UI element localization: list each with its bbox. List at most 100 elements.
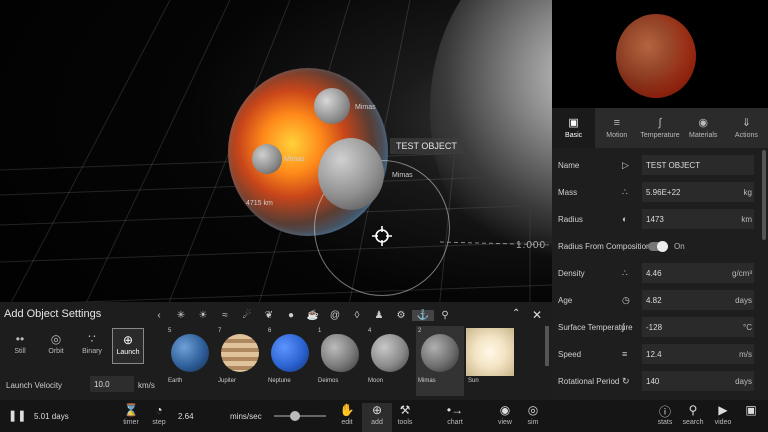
property-speed: Speed ≡ 12.4 m/s <box>552 341 762 368</box>
body-label: Mimas <box>355 104 376 111</box>
simulation-time: 5.01 days <box>34 412 69 421</box>
property-label: Radius From Composition <box>558 242 651 251</box>
camera-button[interactable]: ▣ <box>736 403 766 419</box>
object-deimos[interactable]: 1 Deimos <box>316 326 364 396</box>
object-earth[interactable]: 5 Earth <box>166 326 214 396</box>
object-sun[interactable]: Sun <box>466 326 514 396</box>
category-galaxy-icon[interactable]: ≈ <box>214 310 236 321</box>
property-mass: Mass ∴ 5.96E+22 kg <box>552 179 762 206</box>
launch-velocity-input[interactable]: 10.0 <box>90 376 134 392</box>
mode-still[interactable]: •• Still <box>4 328 36 364</box>
scale-label: 1.000 <box>516 240 547 251</box>
rotation-icon: ↻ <box>622 376 630 386</box>
tab-basic[interactable]: ▣ Basic <box>552 108 596 148</box>
speed-field[interactable]: 12.4 <box>642 344 754 364</box>
unit-label: km <box>741 215 752 224</box>
info-icon: ⓘ <box>658 405 671 419</box>
mode-binary[interactable]: ∵ Binary <box>76 328 108 364</box>
object-count: 2 <box>418 328 422 334</box>
tab-motion[interactable]: ≡ Motion <box>595 108 638 148</box>
moon-mimas-1[interactable] <box>314 88 350 124</box>
mode-launch[interactable]: ⊕ Launch <box>112 328 144 364</box>
step-button[interactable]: ◔ step <box>144 403 174 426</box>
chevron-left-icon[interactable]: ‹ <box>148 310 170 321</box>
category-settings-icon[interactable]: ⚙ <box>390 310 412 321</box>
object-mimas[interactable]: 2 Mimas <box>416 326 464 396</box>
tab-label: Motion <box>606 131 628 139</box>
mass-field[interactable]: 5.96E+22 <box>642 182 754 202</box>
property-density: Density ∴ 4.46 g/cm³ <box>552 260 762 287</box>
property-age: Age ◷ 4.82 days <box>552 287 762 314</box>
object-count: 5 <box>168 328 172 334</box>
object-neptune[interactable]: 6 Neptune <box>266 326 314 396</box>
moon-mimas-2[interactable] <box>252 144 282 174</box>
time-speed-unit: mins/sec <box>230 412 262 421</box>
sim-button[interactable]: ◎ sim <box>518 403 548 426</box>
tab-label: Materials <box>689 131 718 139</box>
category-wormhole-icon[interactable]: ◊ <box>346 310 368 321</box>
category-stars-icon[interactable]: ✳ <box>170 310 192 321</box>
tab-label: Actions <box>734 131 758 139</box>
tab-materials[interactable]: ◉ Materials <box>682 108 725 148</box>
view-button[interactable]: ◉ view <box>490 403 520 426</box>
properties-scrollbar[interactable] <box>762 150 766 240</box>
pause-icon[interactable]: ❚❚ <box>8 409 26 422</box>
add-button[interactable]: ⊕ add <box>362 403 392 432</box>
tools-button[interactable]: ⚒ tools <box>390 403 420 426</box>
tab-actions[interactable]: ⇓ Actions <box>725 108 768 148</box>
category-drop-icon[interactable]: ● <box>280 310 302 321</box>
close-icon[interactable]: ✕ <box>532 308 542 322</box>
surface-temperature-field[interactable]: -128 <box>642 317 754 337</box>
object-moon[interactable]: 4 Moon <box>366 326 414 396</box>
radius-field[interactable]: 1473 <box>642 209 754 229</box>
stats-button[interactable]: ⓘ stats <box>650 403 680 426</box>
chevron-up-icon[interactable]: ⌃ <box>512 308 520 319</box>
property-label: Rotational Period <box>558 377 620 386</box>
search-button[interactable]: ⚲ search <box>678 403 708 426</box>
add-object-panel: Add Object Settings ‹ ✳ ☀ ≈ ☄ ❦ ● ☕ @ ◊ … <box>0 302 552 400</box>
unit-label: kg <box>743 188 752 197</box>
name-field[interactable]: TEST OBJECT <box>642 155 754 175</box>
tab-temperature[interactable]: ∫ Temperature <box>638 108 681 148</box>
object-name: Sun <box>468 378 479 384</box>
video-button[interactable]: ▶ video <box>708 403 738 426</box>
property-label: Name <box>558 161 580 170</box>
mode-orbit[interactable]: ◎ Orbit <box>40 328 72 364</box>
orbit-icon: ◎ <box>50 332 62 346</box>
button-label: stats <box>657 419 673 426</box>
video-icon: ▶ <box>718 403 728 417</box>
deimos-thumbnail <box>321 334 359 372</box>
still-icon: •• <box>15 332 25 346</box>
category-teapot-icon[interactable]: ☕ <box>302 310 324 321</box>
category-spiral-icon[interactable]: @ <box>324 310 346 321</box>
object-jupiter[interactable]: 7 Jupiter <box>216 326 264 396</box>
property-surface-temperature: Surface Temperature ∫ -128 °C <box>552 314 762 341</box>
category-comet-icon[interactable]: ☄ <box>236 310 258 321</box>
object-count: 4 <box>368 328 372 334</box>
radius-composition-toggle[interactable] <box>648 241 668 252</box>
search-icon[interactable]: ⚲ <box>434 310 456 321</box>
slider-handle[interactable] <box>290 411 300 421</box>
crosshair-icon[interactable] <box>372 226 392 246</box>
chart-button[interactable]: •→ chart <box>440 403 470 426</box>
tab-label: Temperature <box>640 131 680 139</box>
clock-icon: ◷ <box>622 295 630 305</box>
category-leaf-icon[interactable]: ❦ <box>258 310 280 321</box>
property-list: Name ▷ TEST OBJECT Mass ∴ 5.96E+22 kg Ra… <box>552 152 762 395</box>
search-icon: ⚲ <box>688 403 698 417</box>
edit-button[interactable]: ✋ edit <box>332 403 362 426</box>
unit-label: m/s <box>739 350 752 359</box>
button-label: video <box>714 419 732 426</box>
timer-button[interactable]: ⌛ timer <box>116 403 146 426</box>
category-launch-icon[interactable]: ⚓ <box>412 309 434 321</box>
category-people-icon[interactable]: ♟ <box>368 310 390 321</box>
motion-icon: ≡ <box>613 116 621 129</box>
object-name: Deimos <box>318 378 339 384</box>
unit-label: °C <box>743 323 752 332</box>
moon-mimas-3[interactable] <box>318 138 384 210</box>
time-speed-slider[interactable] <box>274 415 326 417</box>
property-radius-from-composition: Radius From Composition On <box>552 233 762 260</box>
distance-label: 4715 km <box>246 200 273 207</box>
category-sun-icon[interactable]: ☀ <box>192 310 214 321</box>
object-list-scrollbar[interactable] <box>545 326 549 366</box>
